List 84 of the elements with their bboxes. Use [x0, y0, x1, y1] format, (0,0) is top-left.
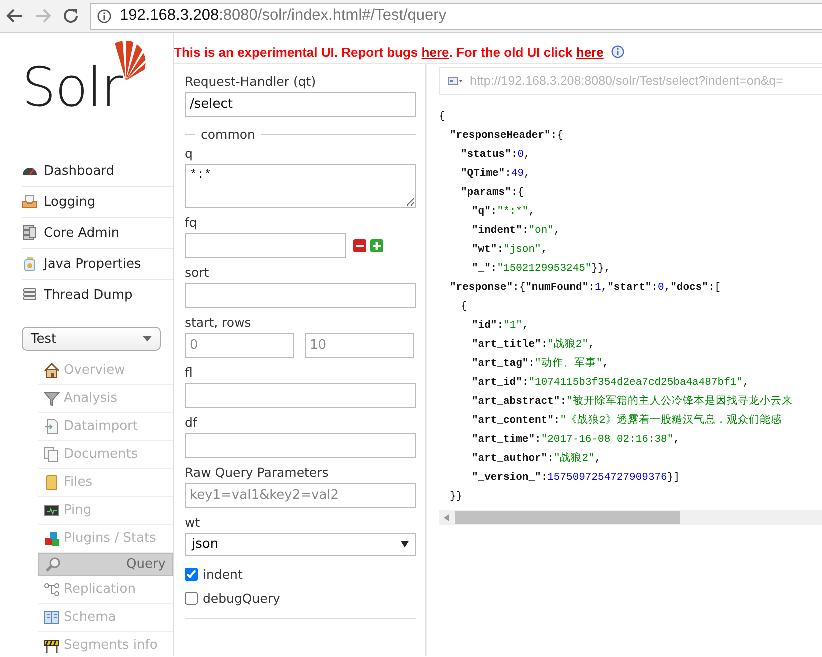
scroll-left-arrow-icon[interactable]: [444, 514, 449, 522]
jar-icon: [22, 256, 38, 272]
input-field[interactable]: [185, 383, 416, 408]
json-line: "art_time":"2017-16-08 02:16:38",: [472, 433, 680, 448]
horizontal-scrollbar[interactable]: [439, 510, 822, 525]
field-label: fl: [185, 364, 194, 381]
field-label: start, rows: [185, 314, 252, 331]
checkbox[interactable]: [185, 592, 198, 604]
json-line: "id":"1",: [472, 319, 529, 334]
server-stack-icon: [22, 225, 38, 241]
section-legend: common: [201, 126, 256, 142]
layers-icon: [22, 287, 38, 303]
json-line: "status":0,: [461, 148, 530, 163]
remove-icon[interactable]: [353, 238, 367, 252]
field-label: fq: [185, 214, 198, 231]
json-line: "QTime":49,: [461, 167, 530, 182]
add-icon[interactable]: [370, 238, 384, 252]
back-arrow-icon[interactable]: [6, 7, 24, 25]
barrier-icon: [44, 638, 60, 654]
monitor-icon: [44, 502, 60, 518]
json-line: "art_id":"1074115b3f354d2ea7cd25ba4a487bf1",: [472, 376, 750, 391]
json-line: "art_tag":"动作、军事",: [472, 356, 609, 372]
info-icon[interactable]: [611, 45, 626, 59]
checkbox-label: debugQuery: [203, 590, 280, 606]
json-line: }}: [450, 490, 463, 505]
json-line: "q":"*:*",: [472, 205, 536, 220]
field-label: wt: [185, 514, 202, 531]
nav-item[interactable]: Logging: [22, 187, 173, 218]
tray-icon: [22, 194, 38, 210]
json-line: "art_title":"战狼2",: [472, 338, 595, 353]
json-line: "art_abstract":"被开除军籍的主人公冷锋本是因找寻龙小云来: [472, 394, 793, 410]
info-icon: [97, 8, 112, 24]
input-field[interactable]: key1=val1&key2=val2: [185, 483, 416, 508]
json-line: "_version_":1575097254727909376}]: [472, 471, 680, 486]
field-label: Request-Handler (qt): [185, 73, 318, 90]
field-label: sort: [185, 264, 210, 281]
checkbox[interactable]: [185, 568, 198, 580]
reload-icon[interactable]: [62, 7, 80, 25]
nav-item[interactable]: Java Properties: [22, 249, 173, 280]
json-line: {: [461, 300, 468, 315]
json-line: "response":{"numFound":1,"start":0,"docs":[: [450, 281, 722, 296]
link[interactable]: here: [576, 45, 604, 60]
json-line: "art_author":"战狼2",: [472, 452, 602, 467]
nav-item[interactable]: Core Admin: [22, 218, 173, 249]
folder-icon: [44, 474, 60, 490]
checkbox-label: indent: [203, 566, 243, 582]
dropdown[interactable]: json: [185, 533, 416, 556]
caret-icon: [143, 336, 152, 342]
caret-icon: [401, 541, 409, 548]
page-dropdown-icon: [448, 76, 464, 86]
json-line: "art_content":"《战狼2》透露着一股糙汉气息，观众们能感: [472, 413, 782, 429]
json-line: "_":"1502129953245"}},: [472, 262, 611, 277]
forward-arrow-icon[interactable]: [34, 7, 52, 25]
text-area[interactable]: *:*: [185, 164, 416, 208]
nav-item[interactable]: Thread Dump: [22, 280, 173, 310]
address-bar[interactable]: 192.168.3.208:8080/solr/index.html#/Test/query: [90, 2, 822, 30]
core-menu-item[interactable]: Query: [38, 553, 173, 576]
json-line: "wt":"json",: [472, 243, 548, 258]
json-line: "responseHeader":{: [450, 129, 564, 144]
house-icon: [44, 362, 60, 378]
nav-item[interactable]: Dashboard: [22, 156, 173, 187]
logo-text: Solr: [22, 61, 123, 115]
input-field[interactable]: 0: [185, 333, 294, 358]
book-icon: [44, 610, 60, 626]
json-line: "params":{: [461, 186, 524, 201]
field-label: q: [185, 145, 194, 162]
blocks-icon: [44, 530, 60, 546]
field-label: df: [185, 414, 198, 431]
input-field[interactable]: [185, 433, 416, 458]
import-document-icon: [44, 418, 60, 434]
nodes-icon: [44, 582, 60, 598]
input-field[interactable]: [185, 233, 346, 258]
magnifier-icon: [45, 556, 61, 572]
documents-icon: [44, 446, 60, 462]
json-line: {: [439, 110, 446, 125]
funnel-icon: [44, 390, 60, 406]
field-label: Raw Query Parameters: [185, 464, 330, 481]
banner-message: This is an experimental UI. Report bugs here. For the old UI click here: [174, 43, 822, 63]
input-field[interactable]: 10: [305, 333, 414, 358]
core-selector[interactable]: Test: [22, 327, 161, 351]
input-field[interactable]: [185, 283, 416, 308]
json-line: "indent":"on",: [472, 224, 560, 239]
link[interactable]: here: [422, 45, 450, 60]
input-field[interactable]: /select: [185, 92, 416, 117]
